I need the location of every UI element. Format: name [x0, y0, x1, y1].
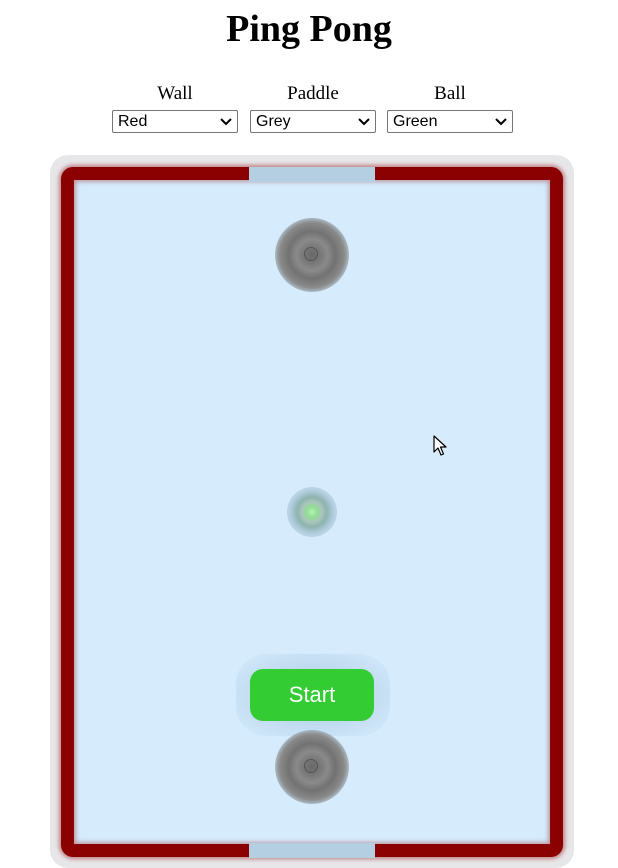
start-button[interactable]: Start	[250, 669, 374, 721]
ball-color-value: Green	[393, 112, 438, 130]
paddle-color-select[interactable]: Grey	[250, 110, 376, 133]
page-title: Ping Pong	[226, 8, 392, 50]
ball-color-label: Ball	[434, 83, 466, 104]
ball-color-control: Ball Green	[387, 82, 513, 133]
paddle-color-control: Paddle Grey	[250, 82, 376, 133]
paddle-color-label: Paddle	[287, 83, 339, 104]
opponent-paddle	[275, 218, 349, 292]
ball-color-select[interactable]: Green	[387, 110, 513, 133]
bottom-goal	[249, 843, 375, 858]
ball	[287, 487, 337, 537]
player-paddle[interactable]	[275, 730, 349, 804]
chevron-down-icon	[358, 117, 370, 125]
chevron-down-icon	[220, 117, 232, 125]
paddle-ring	[304, 759, 318, 773]
wall-color-control: Wall Red	[112, 82, 238, 133]
top-goal	[249, 167, 375, 182]
mouse-pointer-icon	[433, 435, 447, 456]
wall-color-select[interactable]: Red	[112, 110, 238, 133]
paddle-ring	[304, 247, 318, 261]
chevron-down-icon	[495, 117, 507, 125]
wall-color-value: Red	[118, 112, 148, 130]
paddle-color-value: Grey	[256, 112, 291, 130]
wall-color-label: Wall	[157, 83, 193, 104]
